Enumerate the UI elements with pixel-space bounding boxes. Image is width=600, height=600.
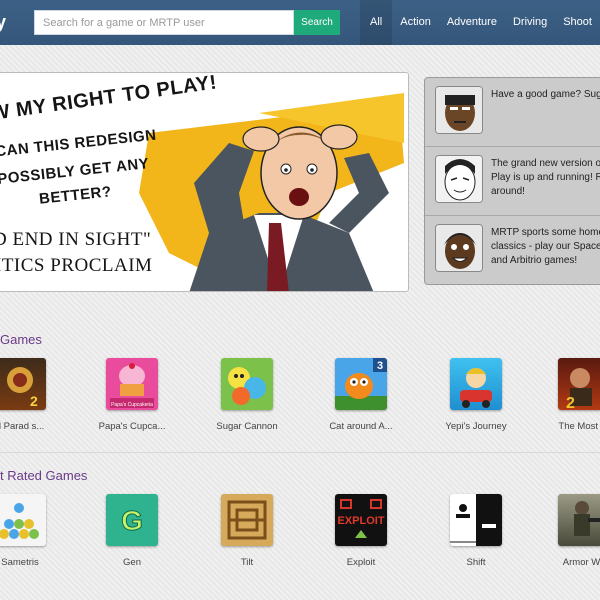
- hero-banner[interactable]: W MY RIGHT TO PLAY! CAN THIS REDESIGN PO…: [0, 72, 409, 292]
- game-thumbnail: [221, 358, 273, 410]
- game-thumbnail: 3: [335, 358, 387, 410]
- news-item[interactable]: The grand new version o Play is up and r…: [425, 147, 600, 216]
- hero-quote: D END IN SIGHT": [0, 229, 152, 250]
- game-thumbnail: Papa's Cupcakeria: [106, 358, 158, 410]
- game-thumbnail: EXPLOIT: [335, 494, 387, 546]
- game-thumbnail: [450, 494, 502, 546]
- game-tile[interactable]: 3 Cat around A...: [311, 358, 411, 432]
- game-title: Cat around A...: [329, 421, 393, 432]
- thumb-number: 2: [30, 393, 38, 409]
- news-text: MRTP sports some home classics - play ou…: [491, 227, 600, 266]
- hero-quote-attrib: ITICS PROCLAIM: [0, 255, 153, 276]
- game-thumbnail: 2: [0, 358, 46, 410]
- thumb-number: 2: [566, 395, 575, 410]
- nav-item-action[interactable]: Action: [392, 0, 439, 45]
- game-thumbnail: 2: [558, 358, 600, 410]
- game-tile[interactable]: Papa's Cupcakeria Papa's Cupca...: [82, 358, 182, 432]
- game-tile[interactable]: Sametris: [0, 494, 70, 568]
- search-button[interactable]: Search: [294, 10, 340, 35]
- game-title: Tilt: [240, 557, 254, 568]
- thumb-letter: G: [121, 505, 143, 536]
- nav-item-all[interactable]: All: [360, 0, 393, 45]
- news-text: The grand new version o Play is up and r…: [491, 158, 600, 197]
- thumb-title: EXPLOIT: [337, 515, 384, 527]
- game-tile[interactable]: Armor Wa: [534, 494, 600, 568]
- nav-item-driving[interactable]: Driving: [505, 0, 555, 45]
- game-title: Armor Wa: [562, 557, 600, 568]
- news-item[interactable]: Have a good game? Sugg: [425, 78, 600, 147]
- nav-item-adventure[interactable]: Adventure: [439, 0, 505, 45]
- game-title: Exploit: [346, 557, 376, 568]
- avatar: [435, 224, 483, 272]
- game-thumbnail: [0, 494, 46, 546]
- top-navbar: y Search All Action Adventure Driving Sh…: [0, 0, 600, 45]
- game-thumbnail: [450, 358, 502, 410]
- game-tile[interactable]: Shift: [426, 494, 526, 568]
- section-title-top-rated: t Rated Games: [0, 468, 88, 483]
- game-tile[interactable]: EXPLOIT Exploit: [311, 494, 411, 568]
- game-title: Sugar Cannon: [216, 421, 278, 432]
- news-item[interactable]: MRTP sports some home classics - play ou…: [425, 216, 600, 284]
- avatar: [435, 86, 483, 134]
- game-tile[interactable]: Tilt: [197, 494, 297, 568]
- game-thumbnail: [558, 494, 600, 546]
- game-tile[interactable]: 2 The Most W: [534, 358, 600, 432]
- nav-item-shoot[interactable]: Shoot: [555, 0, 600, 45]
- game-title: The Most W: [558, 421, 600, 432]
- game-title: Shift: [466, 557, 486, 568]
- game-title: d Parad s...: [0, 421, 45, 432]
- game-title: Sametris: [1, 557, 39, 568]
- game-title: Papa's Cupca...: [98, 421, 166, 432]
- thumb-title: Papa's Cupcakeria: [111, 402, 153, 408]
- game-title: Yepi's Journey: [445, 421, 507, 432]
- news-text: Have a good game? Sugg: [491, 89, 600, 100]
- avatar: [435, 155, 483, 203]
- news-panel: Have a good game? Sugg The grand new ver…: [424, 77, 600, 285]
- game-tile[interactable]: 2 d Parad s...: [0, 358, 70, 432]
- game-thumbnail: [221, 494, 273, 546]
- site-logo[interactable]: y: [0, 12, 10, 32]
- section-title-games: Games: [0, 332, 42, 347]
- game-tile[interactable]: G Gen: [82, 494, 182, 568]
- search-input[interactable]: [34, 10, 294, 35]
- game-tile[interactable]: Sugar Cannon: [197, 358, 297, 432]
- game-tile[interactable]: Yepi's Journey: [426, 358, 526, 432]
- section-divider: [0, 452, 600, 453]
- game-thumbnail: G: [106, 494, 158, 546]
- category-nav: All Action Adventure Driving Shoot: [360, 0, 600, 45]
- thumb-number: 3: [377, 360, 383, 372]
- game-title: Gen: [123, 557, 141, 568]
